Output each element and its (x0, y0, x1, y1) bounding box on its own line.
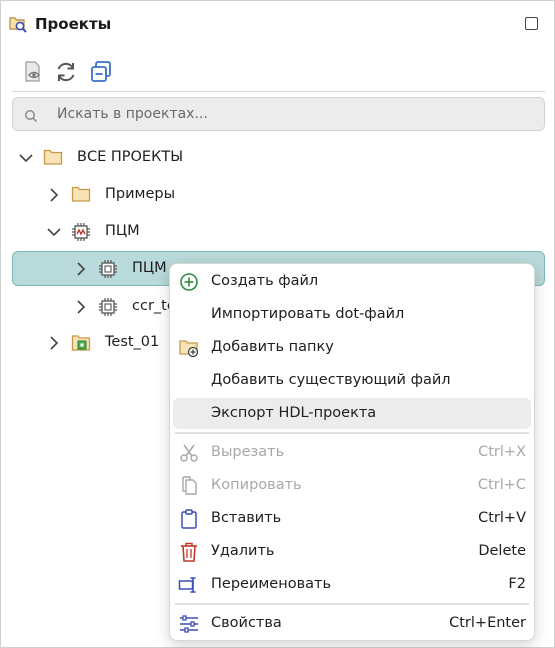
copy-icon (178, 475, 200, 497)
menu-item-shortcut: Ctrl+C (477, 477, 526, 493)
show-hidden-button[interactable] (20, 59, 46, 85)
search-icon (24, 108, 38, 127)
chip-icon (98, 259, 118, 283)
menu-item-add-existing-file[interactable]: Добавить существующий файл (173, 365, 531, 396)
rename-icon (178, 574, 200, 596)
menu-item-shortcut: Ctrl+V (478, 510, 526, 526)
menu-item-export-hdl[interactable]: Экспорт HDL-проекта (173, 398, 531, 429)
menu-item-label: Копировать (211, 477, 302, 493)
maximize-button[interactable] (525, 17, 538, 30)
menu-item-label: Свойства (211, 615, 282, 631)
refresh-icon (57, 62, 75, 82)
menu-item-import-dot[interactable]: Импортировать dot-файл (173, 299, 531, 330)
toolbar (1, 57, 554, 87)
menu-separator (175, 603, 529, 605)
menu-item-label: Удалить (211, 543, 275, 559)
collapse-all-button[interactable] (88, 59, 114, 85)
scissors-icon (178, 442, 200, 464)
project-folder-icon (71, 333, 91, 357)
tree-item-test01[interactable]: Test_01 (1, 326, 171, 360)
search-box (12, 97, 545, 131)
tree-item-label: ПЦМ (105, 223, 140, 239)
menu-item-delete[interactable]: Удалить Delete (173, 536, 531, 567)
menu-separator (175, 432, 529, 434)
sliders-icon (178, 613, 200, 635)
menu-item-cut[interactable]: Вырезать Ctrl+X (173, 437, 531, 468)
menu-item-label: Вставить (211, 510, 282, 526)
tree-item-label: ПЦМ (132, 260, 167, 276)
tree-item-ccr[interactable]: ccr_te (1, 290, 176, 324)
refresh-button[interactable] (53, 59, 79, 85)
menu-item-label: Переименовать (211, 576, 332, 592)
tree-item-label: Test_01 (105, 334, 160, 350)
tree-item-pcm[interactable]: ПЦМ (1, 215, 554, 249)
context-menu: Создать файл Импортировать dot-файл Доба… (169, 263, 535, 641)
collapse-all-icon (91, 61, 111, 82)
clipboard-icon (178, 508, 200, 530)
trash-icon (178, 541, 200, 563)
folder-icon (43, 148, 63, 170)
menu-item-copy[interactable]: Копировать Ctrl+C (173, 470, 531, 501)
chevron-down-icon[interactable] (18, 150, 34, 170)
menu-item-label: Импортировать dot-файл (211, 306, 405, 322)
folder-add-icon (178, 337, 200, 359)
folder-icon (71, 185, 91, 207)
toolbar-divider (12, 91, 545, 92)
chevron-right-icon[interactable] (46, 187, 62, 207)
tree-item-label: ВСЕ ПРОЕКТЫ (77, 149, 184, 165)
menu-item-shortcut: Delete (478, 543, 526, 559)
menu-item-properties[interactable]: Свойства Ctrl+Enter (173, 608, 531, 639)
menu-item-shortcut: Ctrl+X (478, 444, 526, 460)
menu-item-shortcut: Ctrl+Enter (449, 615, 526, 631)
chip-signal-icon (71, 222, 91, 246)
chevron-right-icon[interactable] (46, 335, 62, 355)
projects-panel: Проекты Искать в проектах... ВСЕ ПРОЕКТЫ… (0, 0, 555, 648)
chevron-right-icon[interactable] (73, 261, 89, 281)
menu-item-rename[interactable]: Переименовать F2 (173, 569, 531, 600)
search-input[interactable] (55, 102, 525, 126)
menu-item-paste[interactable]: Вставить Ctrl+V (173, 503, 531, 534)
menu-item-add-folder[interactable]: Добавить папку (173, 332, 531, 363)
chevron-right-icon[interactable] (73, 299, 89, 319)
projects-search-icon (8, 14, 28, 38)
tree-item-label: Примеры (105, 186, 176, 202)
chip-icon (98, 297, 118, 321)
menu-item-create-file[interactable]: Создать файл (173, 266, 531, 297)
tree-item-all-projects[interactable]: ВСЕ ПРОЕКТЫ (1, 141, 554, 175)
menu-item-label: Добавить существующий файл (211, 372, 451, 388)
menu-item-label: Добавить папку (211, 339, 334, 355)
add-circle-icon (178, 271, 200, 293)
panel-title: Проекты (35, 15, 112, 33)
chevron-down-icon[interactable] (46, 224, 62, 244)
menu-item-label: Экспорт HDL-проекта (211, 405, 377, 421)
menu-item-label: Вырезать (211, 444, 285, 460)
menu-item-shortcut: F2 (508, 576, 526, 592)
tree-item-examples[interactable]: Примеры (1, 178, 554, 212)
file-eye-icon (25, 61, 40, 82)
panel-header: Проекты (1, 1, 554, 47)
menu-item-label: Создать файл (211, 273, 319, 289)
